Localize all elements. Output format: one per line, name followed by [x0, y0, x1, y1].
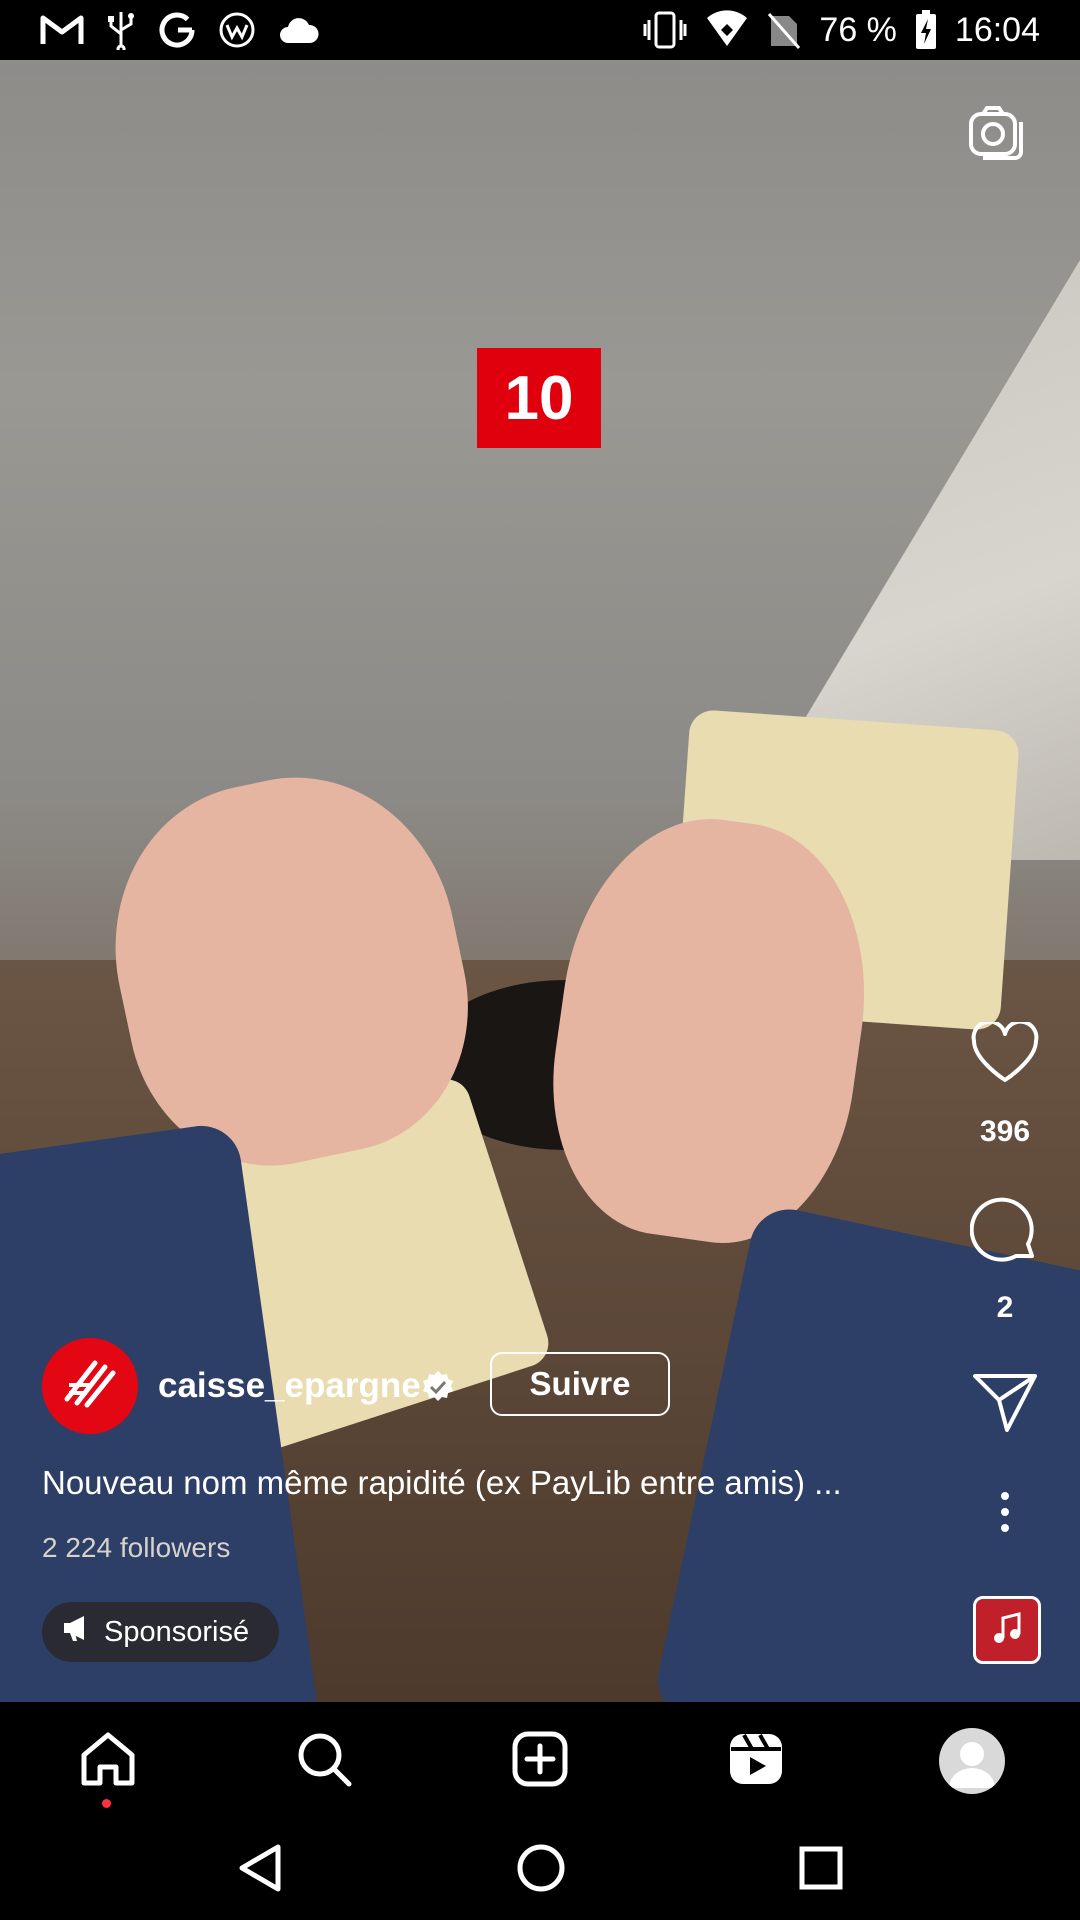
home-circle-icon: [516, 1844, 566, 1897]
account-username[interactable]: caisse_epargne: [158, 1366, 421, 1406]
reels-icon: [726, 1729, 786, 1794]
vibrate-icon: [643, 10, 687, 50]
like-button[interactable]: [955, 1019, 1055, 1089]
nav-reels[interactable]: [696, 1711, 816, 1811]
status-bar: 76 % 16:04: [0, 0, 1080, 60]
caisse-epargne-logo-icon: [55, 1349, 125, 1424]
system-nav-bar: [0, 1820, 1080, 1920]
status-right-icons: 76 % 16:04: [643, 8, 1040, 52]
heart-icon: [970, 1019, 1040, 1089]
home-system-button[interactable]: [516, 1843, 566, 1898]
cloud-icon: [278, 15, 320, 45]
back-button[interactable]: [236, 1843, 284, 1898]
status-left-icons: [40, 8, 320, 52]
home-icon: [78, 1729, 138, 1794]
nav-create[interactable]: [480, 1711, 600, 1811]
post-caption[interactable]: Nouveau nom même rapidité (ex PayLib ent…: [42, 1464, 842, 1502]
audio-thumbnail[interactable]: [973, 1596, 1041, 1664]
wifi-icon: [705, 10, 749, 50]
follow-button[interactable]: Suivre: [490, 1352, 670, 1416]
create-icon: [510, 1729, 570, 1794]
comment-icon: [969, 1196, 1040, 1271]
sponsored-badge[interactable]: Sponsorisé: [42, 1602, 280, 1662]
sponsored-label: Sponsorisé: [104, 1615, 250, 1648]
video-overlay-badge: 10: [477, 348, 601, 448]
usb-icon: [106, 10, 136, 50]
gmail-icon: [40, 13, 84, 47]
music-note-icon: [989, 1610, 1025, 1651]
nav-profile[interactable]: [912, 1711, 1032, 1811]
camera-button[interactable]: [965, 100, 1029, 164]
share-button[interactable]: [955, 1370, 1055, 1439]
more-vertical-icon: [999, 1490, 1011, 1539]
nav-home[interactable]: [48, 1711, 168, 1811]
follower-count: 2 224 followers: [42, 1532, 231, 1563]
comment-button[interactable]: [955, 1196, 1055, 1271]
comment-count: 2: [996, 1291, 1014, 1324]
more-options-button[interactable]: [955, 1490, 1055, 1539]
notification-dot: [102, 1799, 111, 1808]
bottom-nav: [0, 1702, 1080, 1820]
battery-charging-icon: [915, 10, 937, 50]
app-icon: [218, 11, 256, 49]
account-avatar[interactable]: [42, 1338, 138, 1434]
back-triangle-icon: [236, 1844, 284, 1897]
verified-badge-icon: [421, 1370, 455, 1404]
recents-button[interactable]: [798, 1845, 844, 1896]
battery-percent: 76 %: [819, 10, 897, 49]
profile-avatar: [939, 1728, 1005, 1794]
no-sim-icon: [767, 10, 801, 50]
reel-video[interactable]: [0, 60, 1080, 1702]
google-icon: [158, 11, 196, 49]
like-count: 396: [979, 1115, 1031, 1148]
clock: 16:04: [954, 10, 1040, 49]
megaphone-icon: [62, 1614, 92, 1650]
camera-icon: [965, 106, 1029, 168]
search-icon: [294, 1729, 354, 1794]
recents-square-icon: [798, 1846, 844, 1895]
nav-search[interactable]: [264, 1711, 384, 1811]
send-icon: [971, 1370, 1039, 1439]
